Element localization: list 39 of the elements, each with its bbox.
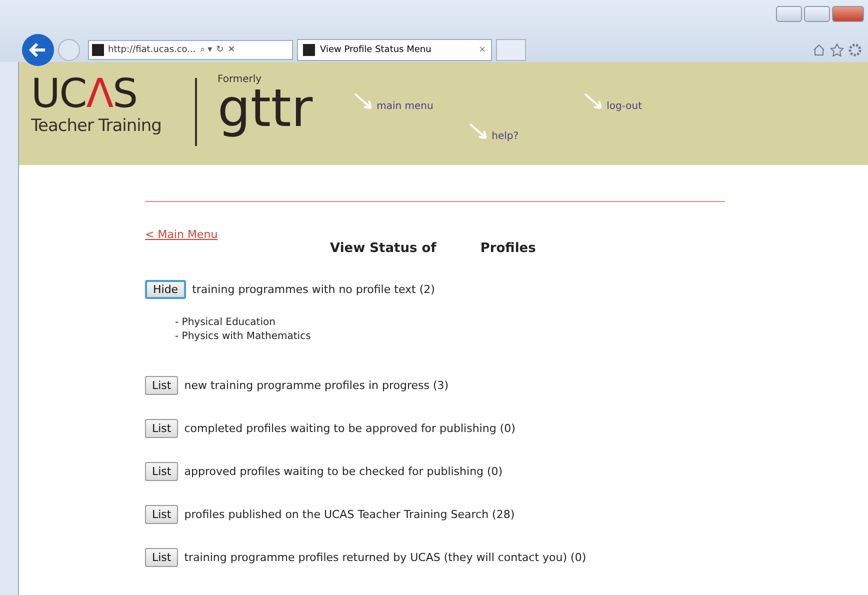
nav-link[interactable]: main menu (376, 101, 434, 112)
back-button[interactable] (22, 34, 54, 66)
nav-link[interactable]: help? (492, 131, 519, 142)
nav-link[interactable]: log-out (606, 101, 642, 112)
toggle-button[interactable]: List (145, 548, 178, 567)
section-label: training programmes with no profile text (2) (192, 283, 435, 296)
favicon-icon (92, 44, 104, 56)
toggle-button[interactable]: List (145, 505, 178, 524)
section-label: approved profiles waiting to be checked for publishing (0) (184, 465, 503, 478)
page-title: Profiles (480, 241, 536, 256)
toggle-button[interactable]: List (145, 462, 178, 481)
star-icon[interactable] (830, 43, 844, 57)
page-title: View Status of (330, 241, 436, 256)
chevron-icon (468, 122, 490, 142)
toggle-button[interactable]: Hide (145, 280, 186, 299)
chevron-icon (582, 92, 605, 112)
minimize-button[interactable] (776, 6, 802, 22)
back-link[interactable]: < Main Menu (145, 228, 218, 241)
programme-item: - Physics with Mathematics (175, 331, 312, 342)
settings-icon[interactable] (848, 43, 862, 57)
section-label: new training programme profiles in progress (3) (184, 379, 449, 392)
logo-subtitle: Teacher Training (31, 116, 162, 136)
logo-text: UCΛS (31, 74, 138, 114)
section-label: profiles published on the UCAS Teacher Training Search (28) (184, 508, 515, 521)
home-icon[interactable] (812, 43, 826, 57)
chevron-icon (352, 92, 375, 112)
new-tab-button[interactable] (496, 39, 526, 61)
browser-tab[interactable]: View Profile Status Menu × (297, 39, 492, 61)
favicon-icon (303, 44, 315, 56)
section-label: completed profiles waiting to be approved for publishing (0) (184, 422, 516, 435)
maximize-button[interactable] (804, 6, 830, 22)
address-bar[interactable]: http://fiat.ucas.co... ⌕ ▾ ↻ ✕ (88, 40, 293, 60)
forward-button[interactable] (58, 39, 80, 61)
section-label: training programme profiles returned by UCAS (they will contact you) (0) (184, 551, 586, 564)
back-arrow-icon (29, 42, 47, 58)
toggle-button[interactable]: List (145, 376, 178, 395)
close-button[interactable] (832, 6, 864, 22)
toggle-button[interactable]: List (145, 419, 178, 438)
programme-item: - Physical Education (175, 317, 276, 328)
